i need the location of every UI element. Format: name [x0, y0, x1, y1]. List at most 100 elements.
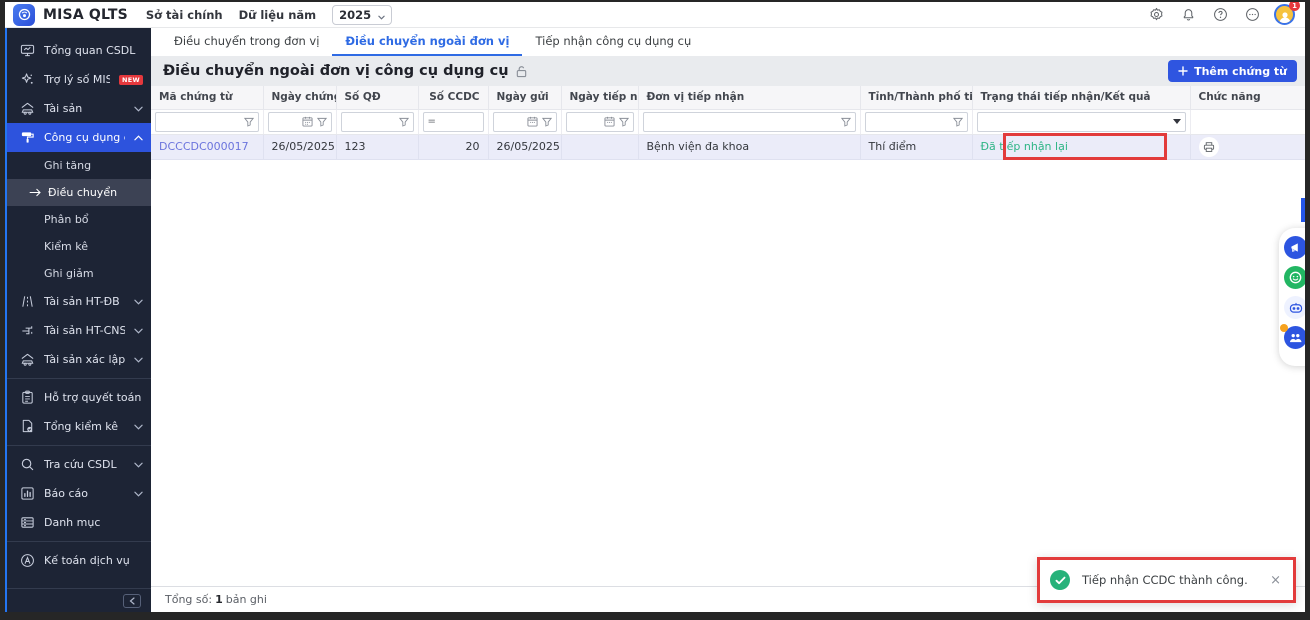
col-ma-chung-tu[interactable]: Mã chứng từ: [151, 86, 263, 109]
filter-ngay-gui-input[interactable]: [493, 112, 557, 132]
settings-gear-icon[interactable]: [1144, 3, 1168, 27]
sidebar-divider: [7, 378, 151, 379]
submenu-item-ghi-tang[interactable]: Ghi tăng: [7, 152, 151, 179]
sidebar-item-tai-san-xac-lap[interactable]: Tài sản xác lập: [7, 345, 151, 374]
tab-dieu-chuyen-ngoai-don-vi[interactable]: Điều chuyển ngoài đơn vị: [332, 28, 522, 56]
equals-operator[interactable]: =: [428, 116, 436, 127]
chevron-down-icon: [134, 357, 143, 363]
sidebar-item-cong-cu-dung-cu[interactable]: Công cụ dụng cụ: [7, 123, 151, 152]
sidebar-collapse-button[interactable]: [123, 594, 141, 608]
sidebar-item-tai-san[interactable]: Tài sản: [7, 94, 151, 123]
sidebar-item-tong-quan-csdl[interactable]: Tổng quan CSDL: [7, 36, 151, 65]
chevron-down-icon: [134, 491, 143, 497]
online-dot-badge: [1280, 324, 1288, 332]
funnel-icon[interactable]: [317, 117, 327, 127]
misa-qlts-app: MISA QLTS Sở tài chính Dữ liệu năm 2025: [5, 2, 1305, 612]
close-icon[interactable]: ×: [1268, 573, 1283, 588]
misa-logo-icon[interactable]: [13, 4, 35, 26]
sidebar-divider: [7, 541, 151, 542]
sidebar-item-tai-san-ht-cns[interactable]: Tài sản HT-CNS: [7, 316, 151, 345]
app-title: MISA QLTS: [43, 7, 128, 23]
tab-dieu-chuyen-trong-don-vi[interactable]: Điều chuyển trong đơn vị: [161, 28, 332, 56]
submenu-item-phan-bo[interactable]: Phân bổ: [7, 206, 151, 233]
filter-ma-chung-tu-input[interactable]: [155, 112, 259, 132]
filter-tinh-thanh-pho-input[interactable]: [865, 112, 968, 132]
plus-icon: [1178, 66, 1188, 76]
sidebar-footer: [7, 588, 151, 612]
calendar-icon[interactable]: [604, 116, 615, 127]
calendar-icon[interactable]: [302, 116, 313, 127]
funnel-icon[interactable]: [953, 117, 963, 127]
user-avatar[interactable]: 1: [1274, 4, 1295, 25]
table-row[interactable]: DCCCDC000017 26/05/2025 123 20 26/05/202…: [151, 134, 1305, 159]
calendar-icon[interactable]: [527, 116, 538, 127]
funnel-icon[interactable]: [841, 117, 851, 127]
col-ngay-tiep-nhan[interactable]: Ngày tiếp nhận: [561, 86, 638, 109]
notifications-bell-icon[interactable]: [1176, 3, 1200, 27]
sidebar-item-danh-muc[interactable]: Danh mục: [7, 508, 151, 537]
main-content: Điều chuyển trong đơn vị Điều chuyển ngo…: [151, 28, 1305, 612]
robot-assistant-icon[interactable]: [1284, 296, 1305, 319]
year-selector[interactable]: 2025: [332, 5, 392, 25]
filter-ngay-chung-tu-input[interactable]: [268, 112, 332, 132]
funnel-icon[interactable]: [542, 117, 552, 127]
side-panel-tab[interactable]: [1301, 198, 1305, 222]
monitor-icon: [19, 43, 35, 58]
chevron-down-icon: [134, 462, 143, 468]
toast-notification: Tiếp nhận CCDC thành công. ×: [1037, 557, 1296, 603]
sidebar-item-ke-toan-dich-vu[interactable]: Kế toán dịch vụ: [7, 546, 151, 575]
submenu-item-dieu-chuyen[interactable]: Điều chuyển: [7, 179, 151, 206]
chat-smiley-icon[interactable]: [1284, 266, 1305, 289]
sidebar-item-tai-san-ht-db[interactable]: Tài sản HT-ĐB: [7, 287, 151, 316]
add-document-button[interactable]: Thêm chứng từ: [1168, 60, 1297, 82]
filter-trang-thai-select[interactable]: [977, 112, 1186, 132]
col-tinh-thanh-pho[interactable]: Tỉnh/Thành phố tiếp nhận: [860, 86, 972, 109]
help-question-icon[interactable]: [1208, 3, 1232, 27]
documents-table: Mã chứng từ Ngày chứng từ Số QĐ Số CCDC …: [151, 86, 1305, 160]
sidebar-item-bao-cao[interactable]: Báo cáo: [7, 479, 151, 508]
col-so-qd[interactable]: Số QĐ: [336, 86, 418, 109]
chevron-down-icon: [134, 106, 143, 112]
print-icon[interactable]: [1199, 137, 1219, 157]
year-stepper-icon[interactable]: [378, 9, 385, 20]
funnel-icon[interactable]: [244, 117, 254, 127]
announcement-icon[interactable]: [1284, 236, 1305, 259]
sidebar-item-ho-tro-quyet-toan[interactable]: Hỗ trợ quyết toán: [7, 383, 151, 412]
filter-so-qd-input[interactable]: [341, 112, 414, 132]
col-don-vi-tiep-nhan[interactable]: Đơn vị tiếp nhận: [638, 86, 860, 109]
col-trang-thai[interactable]: Trạng thái tiếp nhận/Kết quả: [972, 86, 1190, 109]
data-year-label: Dữ liệu năm: [239, 8, 317, 22]
col-so-ccdc[interactable]: Số CCDC: [418, 86, 488, 109]
sidebar-item-tong-kiem-ke[interactable]: Tổng kiểm kê: [7, 412, 151, 441]
table-header-row: Mã chứng từ Ngày chứng từ Số QĐ Số CCDC …: [151, 86, 1305, 109]
document-link[interactable]: DCCCDC000017: [159, 140, 249, 153]
caret-down-icon: [1173, 119, 1181, 124]
floating-support-widget: [1279, 228, 1305, 366]
success-check-icon: [1050, 570, 1070, 590]
community-people-icon[interactable]: [1284, 326, 1305, 349]
year-value: 2025: [339, 8, 371, 22]
funnel-icon[interactable]: [399, 117, 409, 127]
sidebar-item-tro-ly-so-misa-ava[interactable]: Trợ lý số MISA AVA NEW: [7, 65, 151, 94]
sidebar-item-tra-cuu-csdl[interactable]: Tra cứu CSDL: [7, 450, 151, 479]
submenu-item-kiem-ke[interactable]: Kiểm kê: [7, 233, 151, 260]
status-badge: Đã tiếp nhận lại: [981, 140, 1068, 153]
funnel-icon[interactable]: [619, 117, 629, 127]
more-options-icon[interactable]: [1240, 3, 1264, 27]
road-icon: [19, 294, 35, 309]
filter-so-ccdc-input[interactable]: =: [423, 112, 484, 132]
faucet-icon: [19, 323, 35, 338]
filter-ngay-tiep-nhan-input[interactable]: [566, 112, 634, 132]
asset-icon: [19, 101, 35, 116]
col-ngay-gui[interactable]: Ngày gửi: [488, 86, 561, 109]
window-frame: MISA QLTS Sở tài chính Dữ liệu năm 2025: [0, 0, 1310, 620]
search-icon: [19, 457, 35, 472]
clipboard-icon: [19, 390, 35, 405]
tab-tiep-nhan-cong-cu-dung-cu[interactable]: Tiếp nhận công cụ dụng cụ: [522, 28, 704, 56]
page-title: Điều chuyển ngoài đơn vị công cụ dụng cụ: [163, 63, 509, 79]
filter-don-vi-tiep-nhan-input[interactable]: [643, 112, 856, 132]
submenu-item-ghi-giam[interactable]: Ghi giảm: [7, 260, 151, 287]
unlock-icon[interactable]: [515, 65, 528, 78]
notification-count-badge: 1: [1289, 2, 1300, 11]
col-ngay-chung-tu[interactable]: Ngày chứng từ: [263, 86, 336, 109]
